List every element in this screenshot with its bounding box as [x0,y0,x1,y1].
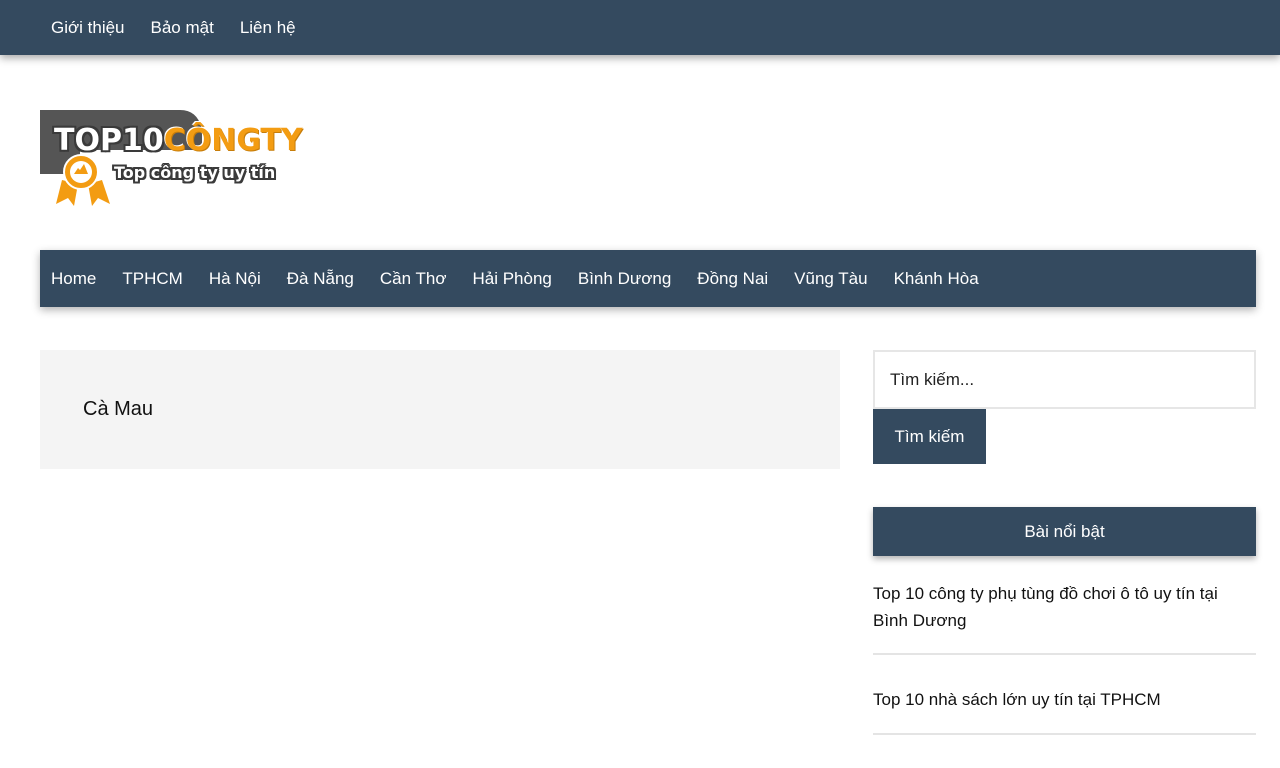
nav-item-tphcm[interactable]: TPHCM [122,250,182,307]
logo-wordmark: TOP10CÔNGTY [54,123,303,158]
nav-item-can-tho[interactable]: Cần Thơ [380,250,447,307]
featured-post-link[interactable]: Top 10 công ty phụ tùng đồ chơi ô tô uy … [873,580,1256,634]
featured-posts-title: Bài nổi bật [873,507,1256,556]
list-item: Top 10 nhà sách lớn uy tín tại TPHCM [873,655,1256,735]
top-bar: Giới thiệu Bảo mật Liên hệ [0,0,1280,55]
nav-item-binh-duong[interactable]: Bình Dương [578,250,671,307]
topbar-link-bao-mat[interactable]: Bảo mật [151,0,214,55]
topbar-link-lien-he[interactable]: Liên hệ [240,0,296,55]
nav-item-khanh-hoa[interactable]: Khánh Hòa [894,250,979,307]
nav-item-dong-nai[interactable]: Đồng Nai [697,250,768,307]
nav-item-home[interactable]: Home [51,250,96,307]
nav-item-ha-noi[interactable]: Hà Nội [209,250,261,307]
featured-post-link[interactable]: Top 10 nhà sách lớn uy tín tại TPHCM [873,686,1256,713]
archive-header: Cà Mau [40,350,840,469]
search-input[interactable] [873,350,1256,409]
main-navigation: Home TPHCM Hà Nội Đà Nẵng Cần Thơ Hải Ph… [40,250,1256,307]
nav-item-vung-tau[interactable]: Vũng Tàu [794,250,867,307]
site-logo[interactable]: TOP10CÔNGTY Top công ty uy tín [40,110,330,210]
featured-posts-list: Top 10 công ty phụ tùng đồ chơi ô tô uy … [873,580,1256,735]
search-button[interactable]: Tìm kiếm [873,409,986,464]
page-title: Cà Mau [83,398,154,420]
list-item: Top 10 công ty phụ tùng đồ chơi ô tô uy … [873,580,1256,655]
logo-tagline: Top công ty uy tín [114,163,276,182]
topbar-link-gioi-thieu[interactable]: Giới thiệu [51,0,125,55]
nav-item-hai-phong[interactable]: Hải Phòng [472,250,551,307]
nav-item-da-nang[interactable]: Đà Nẵng [287,250,354,307]
